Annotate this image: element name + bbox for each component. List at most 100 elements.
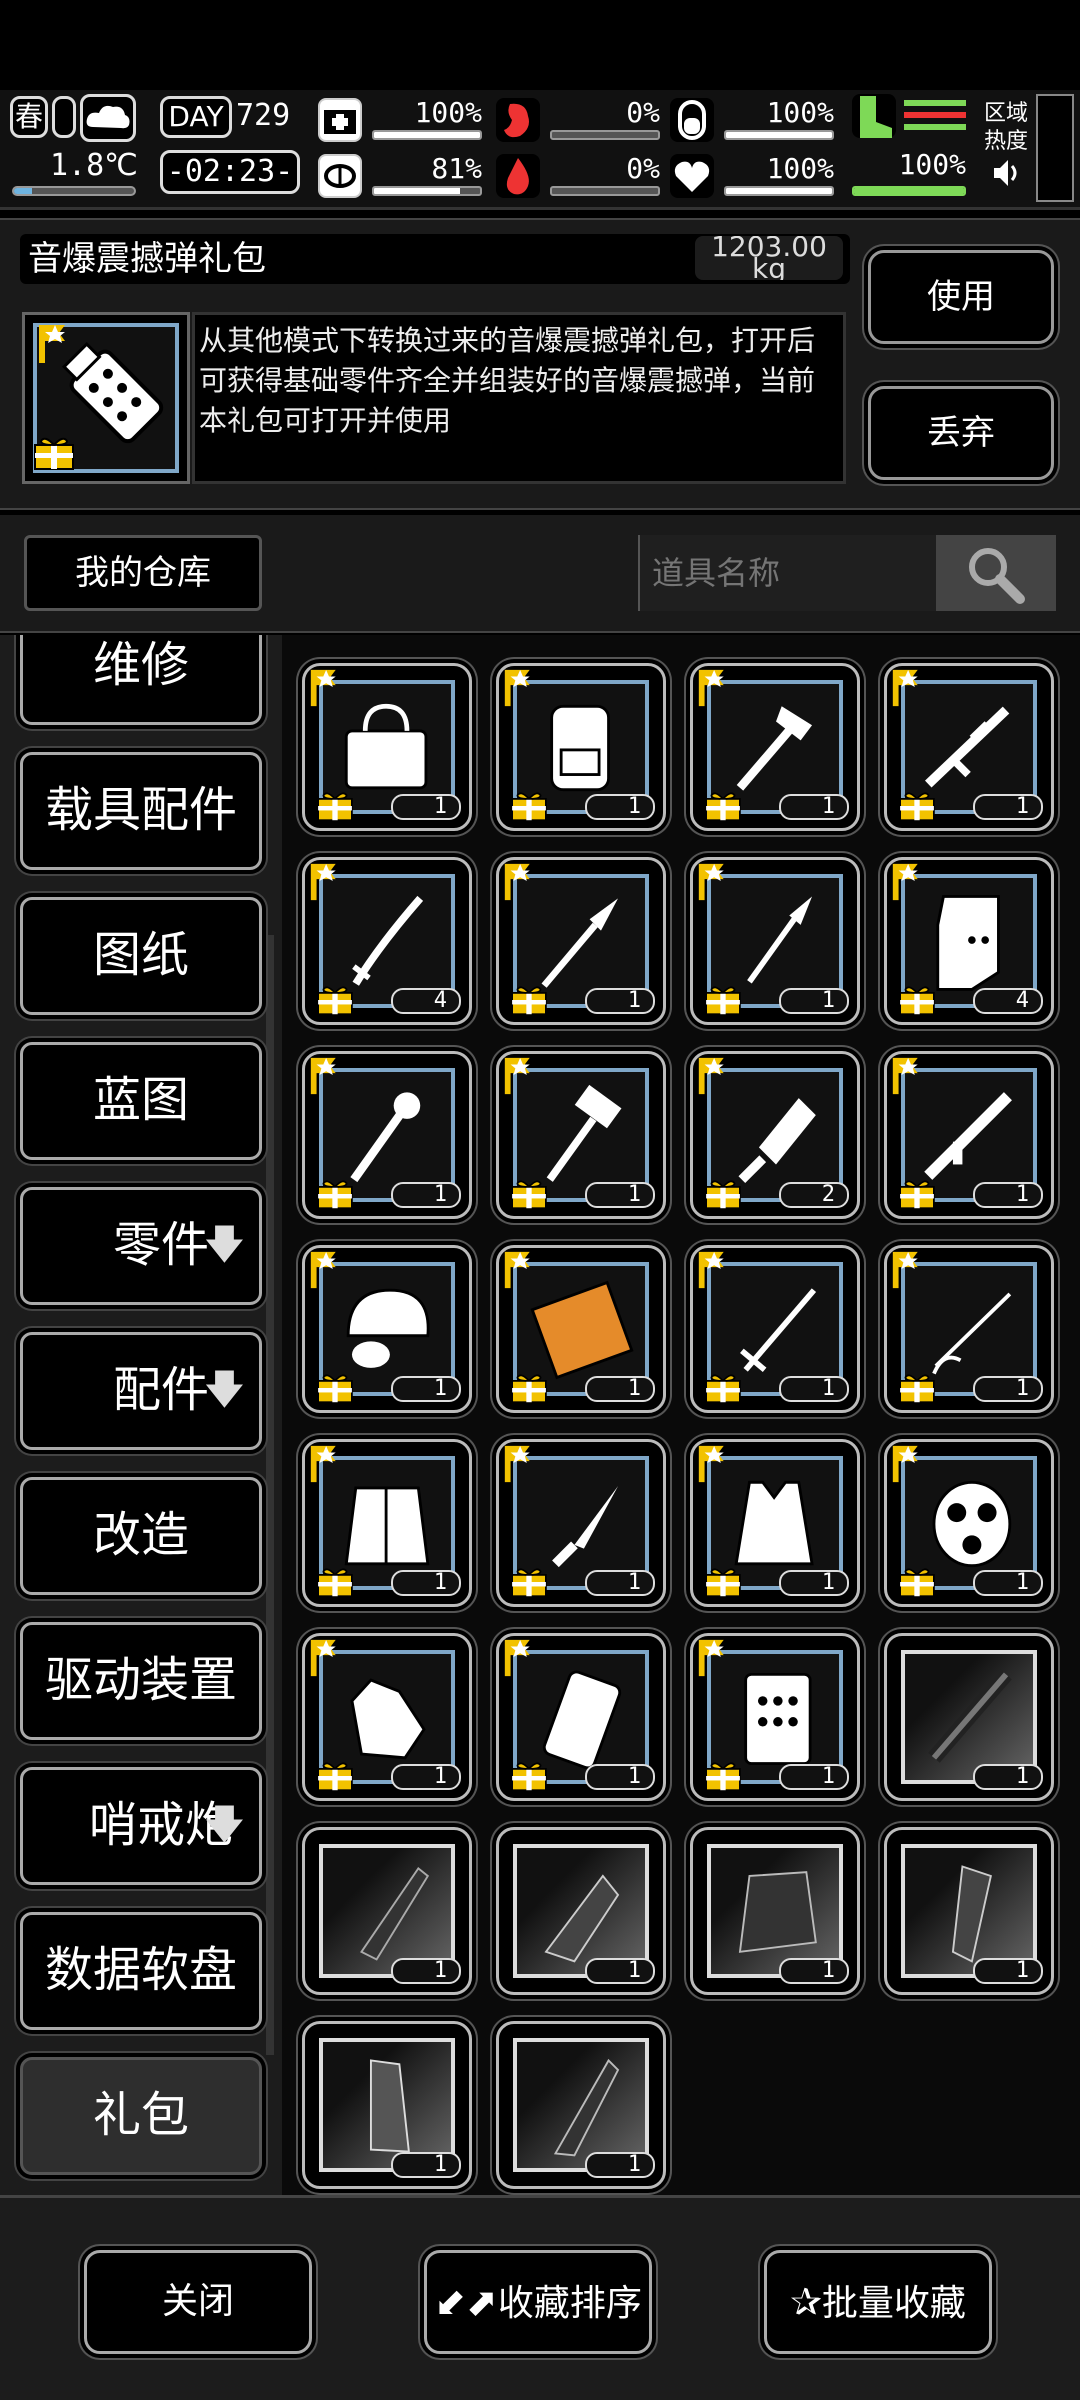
category-label: 维修 — [92, 637, 189, 693]
inventory-slot[interactable]: 1 — [884, 1633, 1054, 1801]
category-11[interactable]: 礼包 — [20, 2057, 262, 2175]
category-2[interactable]: 载具配件 — [20, 752, 262, 870]
favorite-sort-button[interactable]: ⬋⬈收藏排序 — [424, 2250, 652, 2354]
inventory-slot[interactable]: 1 — [496, 1827, 666, 1995]
category-1[interactable]: 维修 — [20, 635, 262, 725]
mind-bar — [372, 186, 482, 196]
item-count: 1 — [973, 1182, 1043, 1208]
category-9[interactable]: 哨戒炮 🡇 — [20, 1767, 262, 1885]
inventory-slot[interactable]: 2 — [690, 1051, 860, 1219]
inventory-slot[interactable]: 1 — [302, 1051, 472, 1219]
favorite-flag-icon — [504, 669, 530, 707]
item-count: 1 — [585, 1182, 655, 1208]
inventory-slot[interactable]: 1 — [884, 1827, 1054, 1995]
item-count: 1 — [973, 1764, 1043, 1790]
inventory-slot[interactable]: 1 — [884, 1051, 1054, 1219]
category-6[interactable]: 配件 🡇 — [20, 1332, 262, 1450]
speaker-icon[interactable] — [990, 156, 1024, 190]
expand-arrow-icon: 🡇 — [203, 1367, 245, 1413]
category-label: 驱动装置 — [44, 1652, 237, 1708]
favorite-flag-icon — [698, 1639, 724, 1677]
vehicle-chassis-icon — [360, 1866, 430, 1961]
region-heat-label: 区域热度 — [984, 101, 1029, 154]
search-icon — [969, 548, 1025, 604]
brain-icon — [318, 154, 362, 198]
inventory-slot[interactable]: 1 — [690, 663, 860, 831]
item-count: 1 — [585, 1570, 655, 1596]
category-sidebar: 维修载具配件图纸蓝图零件 🡇 配件 🡇 改造驱动装置哨戒炮 🡇 数据软盘礼包 — [0, 635, 282, 2195]
gift-icon — [317, 792, 353, 822]
category-10[interactable]: 数据软盘 — [20, 1912, 262, 2030]
category-8[interactable]: 驱动装置 — [20, 1622, 262, 1740]
inventory-slot[interactable]: 1 — [302, 1245, 472, 1413]
item-count: 1 — [973, 794, 1043, 820]
favorite-flag-icon — [310, 1251, 336, 1289]
boot-icon — [852, 94, 896, 138]
hunger-pct: 0% — [626, 96, 660, 129]
item-info-panel: 音爆震撼弹礼包 1203.00 kg 从其他模式下转换过来的音爆震撼弹礼包，打开… — [0, 218, 1080, 510]
inventory-slot[interactable]: 1 — [302, 1827, 472, 1995]
category-5[interactable]: 零件 🡇 — [20, 1187, 262, 1305]
inventory-slot[interactable]: 1 — [302, 663, 472, 831]
item-count: 1 — [391, 1570, 461, 1596]
category-3[interactable]: 图纸 — [20, 897, 262, 1015]
favorite-sort-label: 收藏排序 — [497, 2283, 642, 2324]
inventory-slot[interactable]: 1 — [496, 663, 666, 831]
category-4[interactable]: 蓝图 — [20, 1042, 262, 1160]
gift-icon — [899, 1180, 935, 1210]
inventory-slot[interactable]: 1 — [302, 1439, 472, 1607]
gift-icon — [705, 1762, 741, 1792]
inventory-slot[interactable]: 1 — [496, 1245, 666, 1413]
inventory-slot[interactable]: 1 — [496, 1439, 666, 1607]
medkit-icon — [318, 98, 362, 142]
expand-arrow-icon: 🡇 — [203, 1222, 245, 1268]
inventory-slot[interactable]: 1 — [690, 1245, 860, 1413]
inventory-slot[interactable]: 1 — [496, 1051, 666, 1219]
inventory-slot[interactable]: 1 — [302, 2021, 472, 2189]
use-button[interactable]: 使用 — [868, 250, 1054, 344]
gift-icon — [317, 1762, 353, 1792]
inventory-slot[interactable]: 1 — [496, 2021, 666, 2189]
category-7[interactable]: 改造 — [20, 1477, 262, 1595]
batch-favorite-button[interactable]: ✰批量收藏 — [764, 2250, 992, 2354]
close-button[interactable]: 关闭 — [84, 2250, 312, 2354]
sidebar-scrollbar[interactable] — [266, 935, 274, 2055]
inventory-slot[interactable]: 1 — [302, 1633, 472, 1801]
inventory-slot[interactable]: 1 — [690, 1439, 860, 1607]
stomach-bar — [724, 130, 834, 140]
warehouse-tab[interactable]: 我的仓库 — [24, 535, 262, 611]
item-count: 1 — [779, 1958, 849, 1984]
gift-icon — [705, 1374, 741, 1404]
inventory-slot[interactable]: 4 — [884, 857, 1054, 1025]
star-icon: ✰ — [790, 2280, 822, 2324]
season-badge: 春 — [10, 96, 48, 138]
gift-icon — [899, 792, 935, 822]
inventory-slot[interactable]: 1 — [496, 1633, 666, 1801]
clock: -02:23- — [160, 150, 300, 194]
inventory-slot[interactable]: 1 — [496, 857, 666, 1025]
inventory-slot[interactable]: 1 — [690, 1827, 860, 1995]
favorite-flag-icon — [310, 1057, 336, 1095]
item-count: 1 — [973, 1570, 1043, 1596]
mech-blade-icon — [553, 2058, 620, 2157]
inventory-slot[interactable]: 4 — [302, 857, 472, 1025]
inventory-slot[interactable]: 1 — [690, 1633, 860, 1801]
inventory-slot[interactable]: 1 — [884, 1245, 1054, 1413]
inventory-slot[interactable]: 1 — [884, 1439, 1054, 1607]
gift-icon — [705, 792, 741, 822]
gift-icon — [317, 1180, 353, 1210]
inventory-slot[interactable]: 1 — [690, 857, 860, 1025]
search-button[interactable] — [936, 535, 1056, 611]
favorite-flag-icon — [504, 1639, 530, 1677]
item-count: 1 — [391, 1376, 461, 1402]
gift-icon — [511, 986, 547, 1016]
stamina-bar — [852, 186, 966, 196]
favorite-flag-icon — [310, 1639, 336, 1677]
gift-icon — [317, 986, 353, 1016]
favorite-flag-icon — [698, 863, 724, 901]
item-count: 1 — [391, 2152, 461, 2178]
discard-button[interactable]: 丢弃 — [868, 386, 1054, 480]
inventory-slot[interactable]: 1 — [884, 663, 1054, 831]
search-input[interactable] — [638, 535, 936, 611]
bladder-icon — [670, 98, 714, 142]
